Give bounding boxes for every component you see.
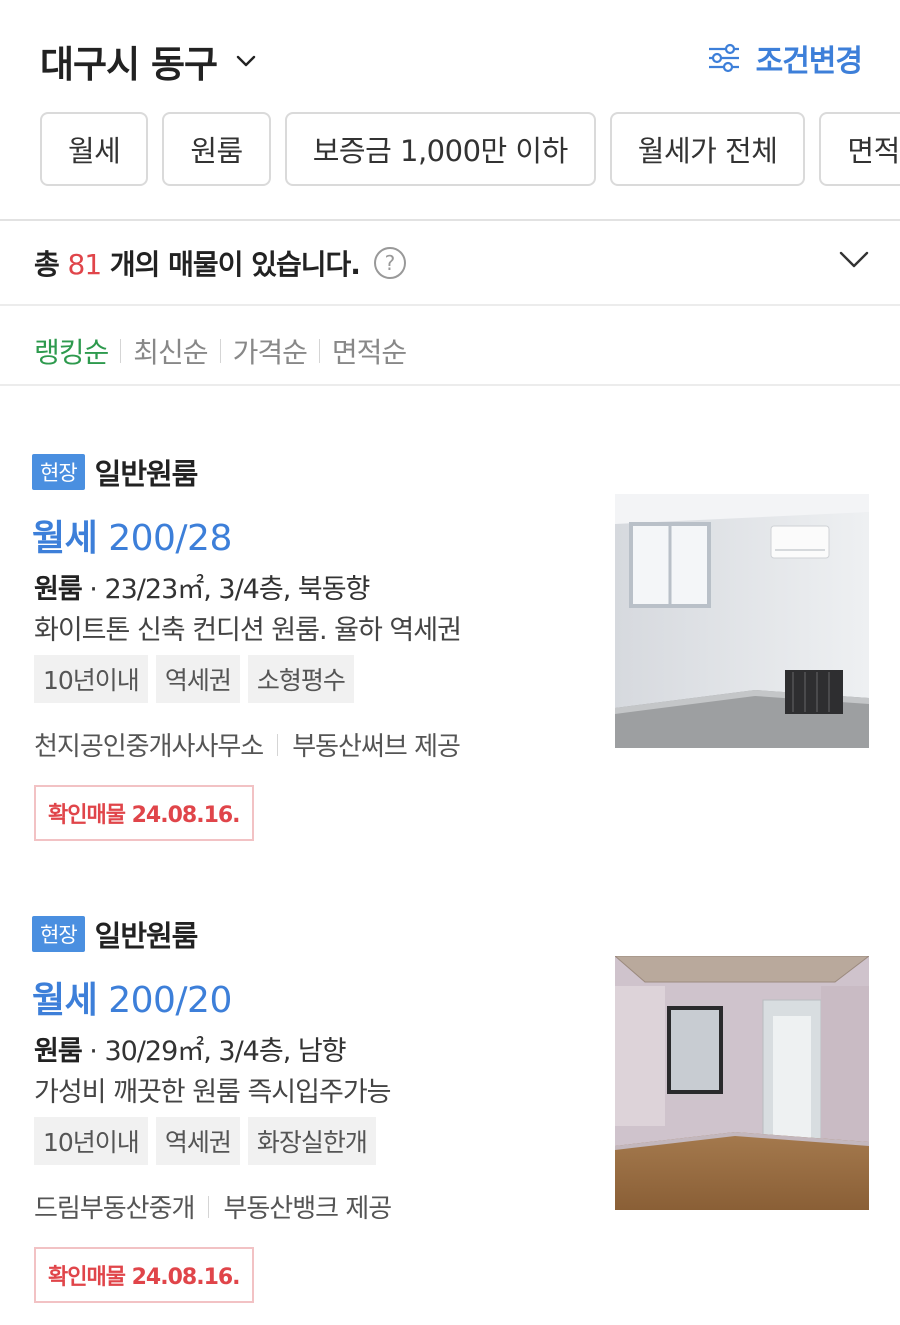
listing-card[interactable]: 현장 일반원룸 월세 200/28 원룸 · 23/23㎡, 3/4층, 북동향… [0, 451, 900, 901]
listing-header: 현장 일반원룸 [32, 451, 199, 493]
listing-description: 가성비 깨끗한 원룸 즉시입주가능 [34, 1077, 392, 1108]
provider-name: 부동산써브 제공 [292, 732, 461, 762]
listing-type: 일반원룸 [94, 919, 199, 953]
sort-options: 랭킹순 최신순 가격순 면적순 [34, 331, 407, 371]
divider [0, 384, 900, 386]
agency-name: 천지공인중개사사무소 [34, 732, 264, 762]
listing-type: 일반원룸 [94, 457, 199, 491]
listing-card[interactable]: 현장 일반원룸 월세 200/20 원룸 · 30/29㎡, 3/4층, 남향 … [0, 913, 900, 1325]
chevron-down-icon [236, 55, 256, 67]
room-photo [615, 956, 869, 1210]
separator [318, 339, 320, 363]
help-icon[interactable]: ? [373, 247, 406, 279]
listing-tag: 소형평수 [247, 655, 354, 703]
sort-price[interactable]: 가격순 [233, 331, 308, 371]
filter-bar: 월세 원룸 보증금 1,000만 이하 월세가 전체 면적 [40, 112, 900, 188]
listing-tags: 10년이내 역세권 화장실한개 [34, 1117, 376, 1165]
separator [208, 1195, 210, 1218]
divider [0, 304, 900, 306]
listing-spec: 원룸 · 30/29㎡, 3/4층, 남향 [34, 1036, 347, 1067]
filter-chip-rent-type[interactable]: 월세 [40, 112, 149, 186]
listing-spec: 원룸 · 23/23㎡, 3/4층, 북동향 [34, 574, 370, 605]
listing-agency: 드림부동산중개 부동산뱅크 제공 [34, 1188, 392, 1225]
listing-description: 화이트톤 신축 컨디션 원룸. 율하 역세권 [34, 615, 462, 646]
separator [277, 733, 279, 756]
location-selector[interactable]: 대구시 동구 [40, 34, 257, 88]
listing-tag: 10년이내 [34, 655, 148, 703]
listing-price: 월세 200/20 [32, 980, 232, 1021]
result-summary: 총 81 개의 매물이 있습니다. ? [34, 243, 406, 283]
listing-tag: 역세권 [155, 1117, 240, 1165]
separator [120, 339, 122, 363]
filter-chip-monthly-rent[interactable]: 월세가 전체 [609, 112, 806, 186]
result-count: 81 [67, 248, 103, 281]
sort-latest[interactable]: 최신순 [133, 331, 208, 371]
onsite-badge: 현장 [32, 916, 85, 952]
listing-tags: 10년이내 역세권 소형평수 [34, 655, 354, 703]
location-label: 대구시 동구 [40, 43, 218, 86]
room-photo [615, 494, 869, 748]
change-conditions-label: 조건변경 [755, 44, 863, 79]
filter-chip-deposit[interactable]: 보증금 1,000만 이하 [284, 112, 596, 186]
listing-header: 현장 일반원룸 [32, 913, 199, 955]
filter-chip-room-type[interactable]: 원룸 [162, 112, 271, 186]
listing-agency: 천지공인중개사사무소 부동산써브 제공 [34, 726, 461, 763]
separator [219, 339, 221, 363]
chevron-down-icon[interactable] [838, 247, 870, 271]
onsite-badge: 현장 [32, 454, 85, 490]
sort-ranking[interactable]: 랭킹순 [34, 331, 109, 371]
sliders-icon [708, 43, 739, 73]
verified-badge: 확인매물 24.08.16. [34, 1247, 254, 1303]
provider-name: 부동산뱅크 제공 [223, 1194, 392, 1224]
sort-area[interactable]: 면적순 [332, 331, 407, 371]
filter-chip-area[interactable]: 면적 [819, 112, 900, 186]
top-bar: 대구시 동구 조건변경 [0, 0, 900, 112]
verified-badge: 확인매물 24.08.16. [34, 785, 254, 841]
listing-price: 월세 200/28 [32, 518, 232, 559]
agency-name: 드림부동산중개 [34, 1194, 195, 1224]
change-conditions-button[interactable]: 조건변경 [706, 36, 863, 80]
result-count-text: 총 81 개의 매물이 있습니다. [34, 248, 361, 281]
divider [0, 219, 900, 221]
listing-tag: 10년이내 [34, 1117, 148, 1165]
listing-tag: 화장실한개 [247, 1117, 376, 1165]
listing-tag: 역세권 [155, 655, 240, 703]
